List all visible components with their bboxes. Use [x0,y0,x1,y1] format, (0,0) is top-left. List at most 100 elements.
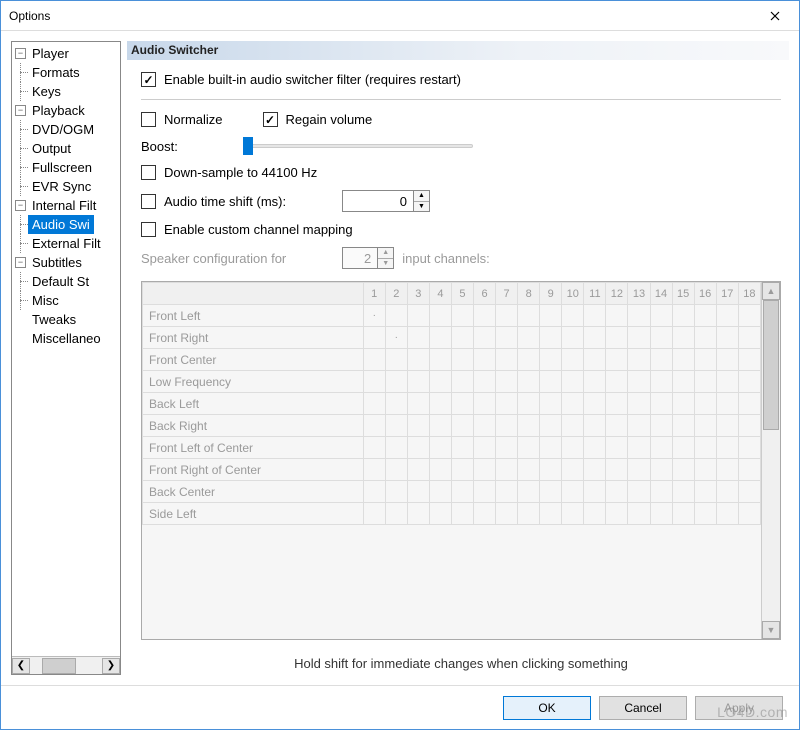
matrix-cell [496,459,518,481]
tree-item[interactable]: −Player [12,44,120,63]
scroll-track[interactable] [30,658,102,674]
slider-track [243,144,473,148]
nav-tree[interactable]: −PlayerFormatsKeys−PlaybackDVD/OGMOutput… [12,42,120,656]
matrix-cell [451,459,473,481]
tree-item-label[interactable]: Audio Swi [28,215,94,234]
tree-item[interactable]: −Internal Filt [12,196,120,215]
matrix-cell [429,393,451,415]
custommap-checkbox[interactable] [141,222,156,237]
matrix-cell [474,459,496,481]
scroll-left-button[interactable]: ❮ [12,658,30,674]
channel-matrix: 123456789101112131415161718Front Left·Fr… [142,282,762,639]
cancel-button[interactable]: Cancel [599,696,687,720]
tree-item[interactable]: Tweaks [12,310,120,329]
tree-item[interactable]: DVD/OGM [12,120,120,139]
matrix-cell [363,371,385,393]
tree-item-label[interactable]: Fullscreen [28,158,96,177]
matrix-vscrollbar[interactable]: ▲ ▼ [762,282,780,639]
tree-item-label[interactable]: Playback [28,101,89,120]
timeshift-spinbox[interactable]: ▲ ▼ [342,190,430,212]
tree-toggle-icon[interactable]: − [15,257,26,268]
tree-item-label[interactable]: Player [28,44,73,63]
matrix-cell [363,393,385,415]
tree-item[interactable]: Miscellaneo [12,329,120,348]
tree-connector [12,120,28,139]
tree-item[interactable]: Default St [12,272,120,291]
matrix-cell [672,503,694,525]
matrix-cell [474,503,496,525]
vscroll-thumb[interactable] [763,300,779,430]
tree-item[interactable]: External Filt [12,234,120,253]
matrix-row-label: Front Right of Center [143,459,364,481]
row-custommap: Enable custom channel mapping [141,222,781,237]
timeshift-input[interactable] [343,191,413,211]
matrix-cell [451,305,473,327]
tree-item-label[interactable]: Output [28,139,75,158]
tree-item[interactable]: Misc [12,291,120,310]
tree-item-label[interactable]: DVD/OGM [28,120,98,139]
matrix-col-header: 5 [451,283,473,305]
slider-thumb[interactable] [243,137,253,155]
timeshift-up[interactable]: ▲ [414,191,429,202]
matrix-cell [540,371,562,393]
tree-item-label[interactable]: Default St [28,272,93,291]
tree-toggle-icon[interactable]: − [15,105,26,116]
close-button[interactable] [759,5,791,27]
tree-item[interactable]: EVR Sync [12,177,120,196]
matrix-cell [385,481,407,503]
scroll-up-button[interactable]: ▲ [762,282,780,300]
tree-toggle-icon[interactable]: − [15,200,26,211]
matrix-cell [672,371,694,393]
tree-item-label[interactable]: EVR Sync [28,177,95,196]
tree-item-label[interactable]: Subtitles [28,253,86,272]
boost-label: Boost: [141,139,231,154]
matrix-cell [496,327,518,349]
regain-checkbox[interactable] [263,112,278,127]
tree-item[interactable]: −Playback [12,101,120,120]
tree-item-label[interactable]: Tweaks [28,310,80,329]
row-speakerconfig: Speaker configuration for ▲ ▼ input chan… [141,247,781,269]
channel-matrix-panel: 123456789101112131415161718Front Left·Fr… [141,281,781,640]
tree-item[interactable]: Audio Swi [12,215,120,234]
tree-item-label[interactable]: Internal Filt [28,196,100,215]
enable-checkbox[interactable] [141,72,156,87]
tree-item[interactable]: −Subtitles [12,253,120,272]
timeshift-down[interactable]: ▼ [414,202,429,212]
timeshift-checkbox[interactable] [141,194,156,209]
matrix-cell [694,393,716,415]
tree-item-label[interactable]: Keys [28,82,65,101]
tree-item-label[interactable]: Formats [28,63,84,82]
matrix-cell [407,481,429,503]
tree-hscrollbar[interactable]: ❮ ❯ [12,656,120,674]
matrix-cell [363,503,385,525]
matrix-cell [672,481,694,503]
row-normalize-regain: Normalize Regain volume [141,112,781,127]
tree-item[interactable]: Keys [12,82,120,101]
matrix-cell [672,459,694,481]
tree-item-label[interactable]: Miscellaneo [28,329,105,348]
matrix-cell [716,371,738,393]
tree-toggle-icon[interactable]: − [15,48,26,59]
scroll-down-button[interactable]: ▼ [762,621,780,639]
matrix-col-header: 18 [738,283,760,305]
matrix-cell [363,437,385,459]
matrix-cell [540,349,562,371]
matrix-cell [518,327,540,349]
ok-button[interactable]: OK [503,696,591,720]
scroll-right-button[interactable]: ❯ [102,658,120,674]
matrix-cell [672,393,694,415]
tree-item-label[interactable]: Misc [28,291,63,310]
matrix-cell [584,349,606,371]
normalize-checkbox[interactable] [141,112,156,127]
vscroll-track[interactable] [762,300,780,621]
tree-item-label[interactable]: External Filt [28,234,105,253]
boost-slider[interactable] [243,137,473,155]
tree-item[interactable]: Output [12,139,120,158]
matrix-cell [496,393,518,415]
tree-item[interactable]: Formats [12,63,120,82]
scroll-thumb[interactable] [42,658,76,674]
tree-connector [12,291,28,310]
tree-item[interactable]: Fullscreen [12,158,120,177]
body: −PlayerFormatsKeys−PlaybackDVD/OGMOutput… [1,31,799,685]
downsample-checkbox[interactable] [141,165,156,180]
